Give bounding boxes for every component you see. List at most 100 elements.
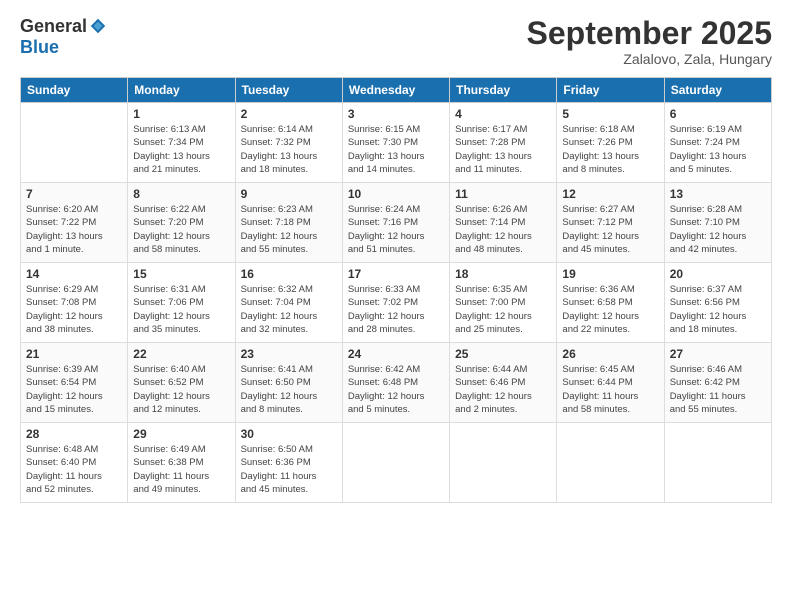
day-info: Sunrise: 6:22 AMSunset: 7:20 PMDaylight:… xyxy=(133,203,229,256)
day-number: 15 xyxy=(133,267,229,281)
calendar-cell: 2Sunrise: 6:14 AMSunset: 7:32 PMDaylight… xyxy=(235,103,342,183)
day-number: 13 xyxy=(670,187,766,201)
day-info: Sunrise: 6:14 AMSunset: 7:32 PMDaylight:… xyxy=(241,123,337,176)
week-row-3: 14 Sunrise: 6:29 AMSunset: 7:08 PMDayligh… xyxy=(21,263,772,343)
calendar-cell: 3 Sunrise: 6:15 AMSunset: 7:30 PMDaylight… xyxy=(342,103,449,183)
col-tuesday: Tuesday xyxy=(235,78,342,103)
day-info: Sunrise: 6:28 AMSunset: 7:10 PMDaylight:… xyxy=(670,203,766,256)
day-number: 4 xyxy=(455,107,551,121)
day-number: 23 xyxy=(241,347,337,361)
calendar-cell: 24 Sunrise: 6:42 AMSunset: 6:48 PMDayligh… xyxy=(342,343,449,423)
week-row-1: 1 Sunrise: 6:13 AMSunset: 7:34 PMDaylight… xyxy=(21,103,772,183)
day-info: Sunrise: 6:32 AMSunset: 7:04 PMDaylight:… xyxy=(241,283,337,336)
calendar-cell: 14 Sunrise: 6:29 AMSunset: 7:08 PMDayligh… xyxy=(21,263,128,343)
calendar-cell: 7Sunrise: 6:20 AMSunset: 7:22 PMDaylight… xyxy=(21,183,128,263)
calendar-cell xyxy=(557,423,664,503)
day-info: Sunrise: 6:45 AMSunset: 6:44 PMDaylight:… xyxy=(562,363,658,416)
week-row-2: 7Sunrise: 6:20 AMSunset: 7:22 PMDaylight… xyxy=(21,183,772,263)
logo-icon xyxy=(89,17,107,35)
day-number: 29 xyxy=(133,427,229,441)
calendar-cell: 19Sunrise: 6:36 AMSunset: 6:58 PMDayligh… xyxy=(557,263,664,343)
calendar-cell: 17Sunrise: 6:33 AMSunset: 7:02 PMDayligh… xyxy=(342,263,449,343)
calendar-cell: 16Sunrise: 6:32 AMSunset: 7:04 PMDayligh… xyxy=(235,263,342,343)
day-number: 3 xyxy=(348,107,444,121)
location-subtitle: Zalalovo, Zala, Hungary xyxy=(527,51,772,67)
page: General Blue September 2025 Zalalovo, Za… xyxy=(0,0,792,612)
day-info: Sunrise: 6:20 AMSunset: 7:22 PMDaylight:… xyxy=(26,203,122,256)
day-info: Sunrise: 6:31 AMSunset: 7:06 PMDaylight:… xyxy=(133,283,229,336)
day-number: 8 xyxy=(133,187,229,201)
day-number: 11 xyxy=(455,187,551,201)
day-number: 25 xyxy=(455,347,551,361)
calendar-cell: 20 Sunrise: 6:37 AMSunset: 6:56 PMDayligh… xyxy=(664,263,771,343)
day-number: 18 xyxy=(455,267,551,281)
calendar-cell: 18 Sunrise: 6:35 AMSunset: 7:00 PMDayligh… xyxy=(450,263,557,343)
day-number: 14 xyxy=(26,267,122,281)
logo-blue: Blue xyxy=(20,37,59,58)
day-info: Sunrise: 6:41 AMSunset: 6:50 PMDaylight:… xyxy=(241,363,337,416)
day-info: Sunrise: 6:15 AMSunset: 7:30 PMDaylight:… xyxy=(348,123,444,176)
logo-general: General xyxy=(20,16,87,37)
day-number: 5 xyxy=(562,107,658,121)
col-thursday: Thursday xyxy=(450,78,557,103)
title-block: September 2025 Zalalovo, Zala, Hungary xyxy=(527,16,772,67)
day-info: Sunrise: 6:50 AMSunset: 6:36 PMDaylight:… xyxy=(241,443,337,496)
day-info: Sunrise: 6:44 AMSunset: 6:46 PMDaylight:… xyxy=(455,363,551,416)
day-number: 6 xyxy=(670,107,766,121)
col-monday: Monday xyxy=(128,78,235,103)
calendar-cell xyxy=(21,103,128,183)
day-info: Sunrise: 6:37 AMSunset: 6:56 PMDaylight:… xyxy=(670,283,766,336)
calendar-cell: 8 Sunrise: 6:22 AMSunset: 7:20 PMDaylight… xyxy=(128,183,235,263)
day-info: Sunrise: 6:33 AMSunset: 7:02 PMDaylight:… xyxy=(348,283,444,336)
day-info: Sunrise: 6:13 AMSunset: 7:34 PMDaylight:… xyxy=(133,123,229,176)
calendar-cell xyxy=(450,423,557,503)
day-number: 26 xyxy=(562,347,658,361)
calendar-cell xyxy=(664,423,771,503)
calendar-cell: 29 Sunrise: 6:49 AMSunset: 6:38 PMDayligh… xyxy=(128,423,235,503)
day-info: Sunrise: 6:19 AMSunset: 7:24 PMDaylight:… xyxy=(670,123,766,176)
calendar-table: Sunday Monday Tuesday Wednesday Thursday… xyxy=(20,77,772,503)
day-info: Sunrise: 6:23 AMSunset: 7:18 PMDaylight:… xyxy=(241,203,337,256)
calendar-cell: 27 Sunrise: 6:46 AMSunset: 6:42 PMDayligh… xyxy=(664,343,771,423)
day-info: Sunrise: 6:18 AMSunset: 7:26 PMDaylight:… xyxy=(562,123,658,176)
calendar-cell: 26 Sunrise: 6:45 AMSunset: 6:44 PMDayligh… xyxy=(557,343,664,423)
calendar-cell: 1 Sunrise: 6:13 AMSunset: 7:34 PMDaylight… xyxy=(128,103,235,183)
header-row: Sunday Monday Tuesday Wednesday Thursday… xyxy=(21,78,772,103)
calendar-cell: 12Sunrise: 6:27 AMSunset: 7:12 PMDayligh… xyxy=(557,183,664,263)
calendar-cell: 13 Sunrise: 6:28 AMSunset: 7:10 PMDayligh… xyxy=(664,183,771,263)
calendar-cell: 23 Sunrise: 6:41 AMSunset: 6:50 PMDayligh… xyxy=(235,343,342,423)
calendar-cell: 21Sunrise: 6:39 AMSunset: 6:54 PMDayligh… xyxy=(21,343,128,423)
day-info: Sunrise: 6:24 AMSunset: 7:16 PMDaylight:… xyxy=(348,203,444,256)
logo: General Blue xyxy=(20,16,107,58)
day-info: Sunrise: 6:39 AMSunset: 6:54 PMDaylight:… xyxy=(26,363,122,416)
calendar-cell: 15 Sunrise: 6:31 AMSunset: 7:06 PMDayligh… xyxy=(128,263,235,343)
day-number: 24 xyxy=(348,347,444,361)
day-info: Sunrise: 6:29 AMSunset: 7:08 PMDaylight:… xyxy=(26,283,122,336)
day-info: Sunrise: 6:46 AMSunset: 6:42 PMDaylight:… xyxy=(670,363,766,416)
day-info: Sunrise: 6:49 AMSunset: 6:38 PMDaylight:… xyxy=(133,443,229,496)
day-number: 28 xyxy=(26,427,122,441)
col-saturday: Saturday xyxy=(664,78,771,103)
day-info: Sunrise: 6:40 AMSunset: 6:52 PMDaylight:… xyxy=(133,363,229,416)
day-number: 20 xyxy=(670,267,766,281)
calendar-cell: 22 Sunrise: 6:40 AMSunset: 6:52 PMDayligh… xyxy=(128,343,235,423)
day-info: Sunrise: 6:48 AMSunset: 6:40 PMDaylight:… xyxy=(26,443,122,496)
day-number: 12 xyxy=(562,187,658,201)
day-number: 10 xyxy=(348,187,444,201)
month-title: September 2025 xyxy=(527,16,772,51)
calendar-cell: 5 Sunrise: 6:18 AMSunset: 7:26 PMDaylight… xyxy=(557,103,664,183)
calendar-cell: 28 Sunrise: 6:48 AMSunset: 6:40 PMDayligh… xyxy=(21,423,128,503)
calendar-cell: 4Sunrise: 6:17 AMSunset: 7:28 PMDaylight… xyxy=(450,103,557,183)
day-info: Sunrise: 6:35 AMSunset: 7:00 PMDaylight:… xyxy=(455,283,551,336)
day-number: 27 xyxy=(670,347,766,361)
calendar-cell: 11 Sunrise: 6:26 AMSunset: 7:14 PMDayligh… xyxy=(450,183,557,263)
calendar-cell: 25 Sunrise: 6:44 AMSunset: 6:46 PMDayligh… xyxy=(450,343,557,423)
calendar-cell: 30Sunrise: 6:50 AMSunset: 6:36 PMDayligh… xyxy=(235,423,342,503)
day-info: Sunrise: 6:36 AMSunset: 6:58 PMDaylight:… xyxy=(562,283,658,336)
col-sunday: Sunday xyxy=(21,78,128,103)
day-info: Sunrise: 6:42 AMSunset: 6:48 PMDaylight:… xyxy=(348,363,444,416)
day-info: Sunrise: 6:26 AMSunset: 7:14 PMDaylight:… xyxy=(455,203,551,256)
day-number: 22 xyxy=(133,347,229,361)
day-number: 9 xyxy=(241,187,337,201)
day-number: 1 xyxy=(133,107,229,121)
